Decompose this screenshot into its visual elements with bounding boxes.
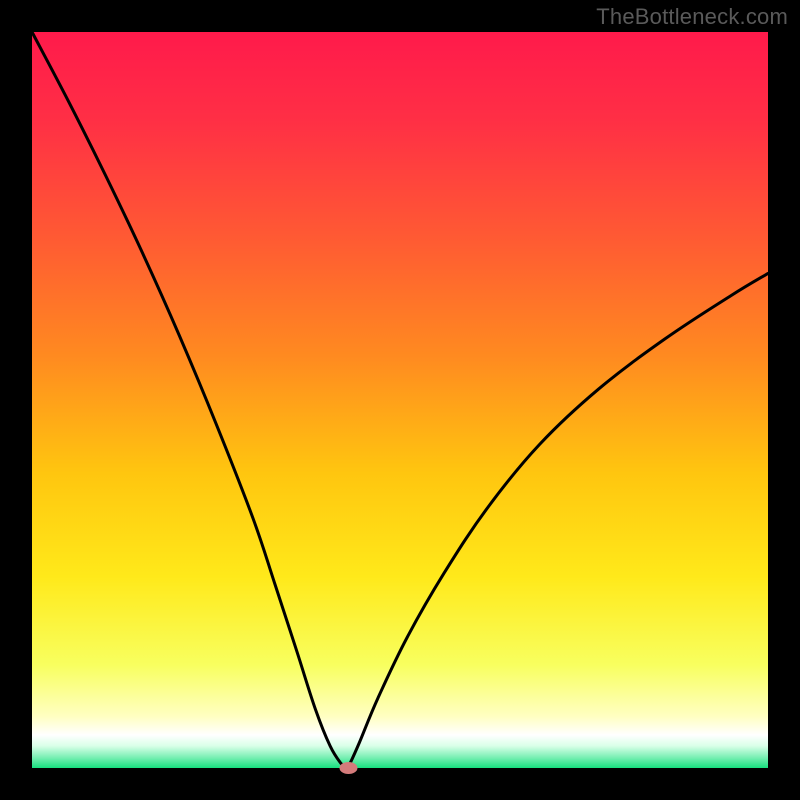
chart-frame: TheBottleneck.com: [0, 0, 800, 800]
bottleneck-chart: [0, 0, 800, 800]
optimum-marker: [339, 762, 357, 774]
plot-background: [32, 32, 768, 768]
